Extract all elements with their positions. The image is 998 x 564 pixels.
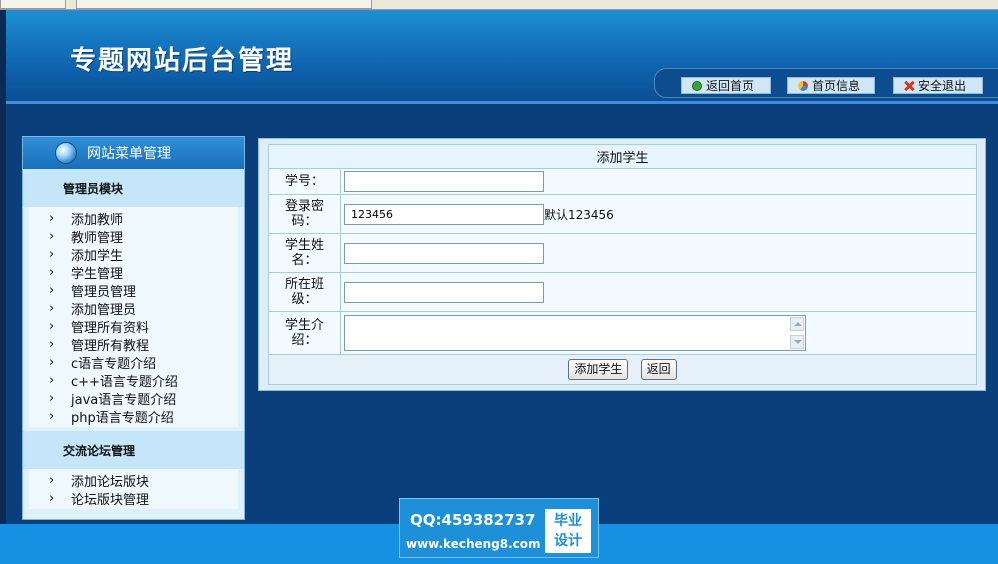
sidebar-item-teacher-manage[interactable]: 教师管理 [29,227,238,246]
page-header: 专题网站后台管理 返回首页 首页信息 安全退出 [6,10,998,102]
watermark-qq: QQ:459382737 [410,511,536,529]
student-id-cell [340,168,977,195]
sidebar-item-label: php语言专题介绍 [71,410,174,426]
sidebar-item-label: 管理员管理 [71,284,137,300]
pie-chart-icon [798,80,808,91]
student-name-input[interactable] [344,242,544,264]
header-divider [6,101,998,104]
browser-tab-strip [0,0,998,10]
sidebar-list-admin: 添加教师 教师管理 添加学生 学生管理 管理员管理 添加管理员 管理所有资料 管… [29,207,238,427]
student-id-input[interactable] [344,171,544,192]
student-intro-label: 学生介绍： [268,311,341,355]
refresh-icon [692,80,702,91]
home-info-button[interactable]: 首页信息 [787,77,875,94]
sidebar-item-label: 管理所有资料 [71,320,150,336]
class-input[interactable] [344,281,544,303]
top-nav: 返回首页 首页信息 安全退出 [654,68,998,98]
student-id-label: 学号： [268,168,341,195]
sidebar-item-label: 教师管理 [71,230,124,246]
home-button-label: 返回首页 [706,79,755,93]
watermark-logo-line1: 毕业 [554,513,582,529]
class-label: 所在班级： [268,272,341,312]
home-info-button-label: 首页信息 [812,79,861,93]
sidebar-group-admin: 管理员模块 [23,169,244,207]
sidebar-item-add-forum-board[interactable]: 添加论坛版块 [29,471,238,490]
submit-button[interactable]: 添加学生 [568,359,629,380]
back-button[interactable]: 返回 [640,359,677,380]
sidebar-item-c-topic[interactable]: c语言专题介绍 [29,353,238,372]
sidebar-item-add-teacher[interactable]: 添加教师 [29,209,238,228]
logout-button[interactable]: 安全退出 [893,77,983,94]
sidebar-list-forum: 添加论坛版块 论坛版块管理 [29,469,238,509]
close-icon [904,81,914,91]
logout-button-label: 安全退出 [918,79,967,93]
watermark-logo-line2: 设计 [554,533,582,549]
form-actions: 添加学生 返回 [268,354,977,385]
sidebar-menu: 网站菜单管理 管理员模块 添加教师 教师管理 添加学生 学生管理 管理员管理 添… [22,136,245,520]
student-intro-textarea[interactable] [344,315,806,351]
password-label: 登录密码： [268,194,341,234]
sidebar-item-student-manage[interactable]: 学生管理 [29,263,238,282]
globe-icon [55,142,77,164]
content-panel: 添加学生 学号： 登录密码： 默认123456 学生姓名： 所在班级： [258,138,986,391]
sidebar-group-forum: 交流论坛管理 [23,431,244,469]
watermark-url: www.kecheng8.com [406,537,541,551]
add-student-form: 添加学生 学号： 登录密码： 默认123456 学生姓名： 所在班级： [268,144,977,385]
scroll-up-icon[interactable] [790,317,804,331]
site-title: 专题网站后台管理 [70,46,295,76]
sidebar-item-label: 管理所有教程 [71,338,150,354]
class-cell [340,272,977,312]
watermark-badge: QQ:459382737 www.kecheng8.com 毕业 设计 [399,498,599,558]
sidebar-item-all-materials[interactable]: 管理所有资料 [29,317,238,336]
student-intro-cell [340,311,977,355]
browser-tab-active[interactable] [76,0,372,9]
sidebar-item-cpp-topic[interactable]: c++语言专题介绍 [29,371,238,390]
sidebar-item-add-student[interactable]: 添加学生 [29,245,238,264]
sidebar-item-forum-board-manage[interactable]: 论坛版块管理 [29,489,238,508]
sidebar-item-label: 学生管理 [71,266,124,282]
password-hint: 默认123456 [544,207,614,222]
sidebar-item-java-topic[interactable]: java语言专题介绍 [29,389,238,408]
sidebar-item-php-topic[interactable]: php语言专题介绍 [29,407,238,426]
sidebar-item-add-admin[interactable]: 添加管理员 [29,299,238,318]
sidebar-item-label: java语言专题介绍 [71,392,177,408]
sidebar-item-label: 添加管理员 [71,302,137,318]
sidebar-item-label: 添加论坛版块 [71,474,150,490]
form-title: 添加学生 [268,144,977,169]
sidebar-item-label: 添加教师 [71,212,124,228]
watermark-logo: 毕业 设计 [545,509,591,553]
student-name-label: 学生姓名： [268,233,341,273]
sidebar-item-admin-manage[interactable]: 管理员管理 [29,281,238,300]
sidebar-item-all-tutorials[interactable]: 管理所有教程 [29,335,238,354]
password-input[interactable] [344,203,544,225]
browser-tab[interactable] [0,0,66,9]
sidebar-item-label: 添加学生 [71,248,124,264]
sidebar-item-label: c++语言专题介绍 [71,374,178,390]
student-name-cell [340,233,977,273]
password-cell: 默认123456 [340,194,977,234]
scroll-down-icon[interactable] [790,335,804,349]
sidebar-title: 网站菜单管理 [87,146,171,162]
sidebar-item-label: 论坛版块管理 [71,492,150,508]
sidebar-item-label: c语言专题介绍 [71,356,157,372]
home-button[interactable]: 返回首页 [681,77,771,94]
sidebar-header: 网站菜单管理 [23,137,244,169]
